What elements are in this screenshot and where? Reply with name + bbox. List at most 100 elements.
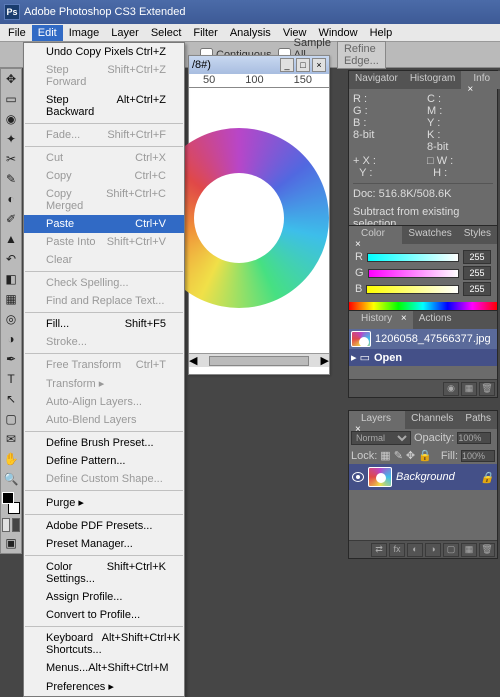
history-snapshot[interactable]: 1206058_47566377.jpg — [349, 329, 497, 349]
history-brush-tool[interactable]: ↶ — [1, 249, 21, 269]
tab-styles[interactable]: Styles — [458, 226, 497, 244]
menu-image[interactable]: Image — [63, 25, 106, 41]
menu-layer[interactable]: Layer — [105, 25, 145, 41]
r-input[interactable] — [463, 250, 491, 264]
tab-channels[interactable]: Channels — [405, 411, 459, 429]
lock-icon[interactable]: 🔒 — [418, 449, 432, 462]
trash-icon[interactable]: 🗑 — [479, 382, 495, 396]
zoom-tool[interactable]: 🔍 — [1, 469, 21, 489]
tab-paths[interactable]: Paths — [459, 411, 497, 429]
blur-tool[interactable]: ◎ — [1, 309, 21, 329]
menu-edit[interactable]: Edit — [32, 25, 63, 41]
info-panel-group[interactable]: Navigator Histogram Info × R :G :B :8-bi… — [348, 70, 498, 235]
history-state-open[interactable]: ▸ ▭ Open — [349, 349, 497, 366]
pen-tool[interactable]: ✒ — [1, 349, 21, 369]
menu-item-define-brush-preset-[interactable]: Define Brush Preset... — [24, 434, 184, 452]
group-icon[interactable]: ▢ — [443, 543, 459, 557]
menu-item-preset-manager-[interactable]: Preset Manager... — [24, 535, 184, 553]
new-snapshot-icon[interactable]: ◉ — [443, 382, 459, 396]
tab-swatches[interactable]: Swatches — [402, 226, 457, 244]
move-tool[interactable]: ✥ — [1, 69, 21, 89]
layer-background[interactable]: Background 🔒 — [349, 464, 497, 490]
color-swatches[interactable] — [1, 491, 21, 515]
layers-panel-group[interactable]: Layers × Channels Paths Normal Opacity: … — [348, 410, 498, 559]
new-doc-icon[interactable]: ▦ — [461, 382, 477, 396]
menu-item-preferences[interactable]: Preferences ▸ — [24, 677, 184, 696]
menu-file[interactable]: File — [2, 25, 32, 41]
brush-tool[interactable]: ✐ — [1, 209, 21, 229]
shape-tool[interactable]: ▢ — [1, 409, 21, 429]
screen-mode[interactable]: ▣ — [1, 533, 21, 553]
history-panel-group[interactable]: History × Actions 1206058_47566377.jpg ▸… — [348, 310, 498, 398]
canvas[interactable] — [189, 88, 329, 353]
menu-item-step-backward[interactable]: Step BackwardAlt+Ctrl+Z — [24, 91, 184, 121]
menu-item-define-pattern-[interactable]: Define Pattern... — [24, 452, 184, 470]
g-input[interactable] — [463, 266, 491, 280]
menu-help[interactable]: Help — [364, 25, 399, 41]
fill-input[interactable] — [461, 450, 495, 462]
b-slider[interactable] — [366, 285, 459, 294]
doc-min-button[interactable]: _ — [280, 58, 294, 72]
heal-tool[interactable]: ◐ — [1, 189, 21, 209]
edit-menu-dropdown[interactable]: Undo Copy PixelsCtrl+ZStep ForwardShift+… — [23, 42, 185, 697]
refine-edge-button[interactable]: Refine Edge... — [337, 41, 386, 69]
lock-position-icon[interactable]: ✎ — [394, 449, 403, 462]
menu-select[interactable]: Select — [145, 25, 188, 41]
fx-icon[interactable]: fx — [389, 543, 405, 557]
menu-item-keyboard-shortcuts-[interactable]: Keyboard Shortcuts...Alt+Shift+Ctrl+K — [24, 629, 184, 659]
scrollbar-horizontal[interactable]: ◀▶ — [189, 353, 329, 367]
color-panel-group[interactable]: Color × Swatches Styles R G B — [348, 225, 498, 317]
doc-titlebar[interactable]: /8#) _ □ × — [189, 56, 329, 74]
menu-item-undo-copy-pixels[interactable]: Undo Copy PixelsCtrl+Z — [24, 43, 184, 61]
type-tool[interactable]: T — [1, 369, 21, 389]
menu-item-convert-to-profile-[interactable]: Convert to Profile... — [24, 606, 184, 624]
doc-max-button[interactable]: □ — [296, 58, 310, 72]
menu-analysis[interactable]: Analysis — [224, 25, 277, 41]
eyedropper-tool[interactable]: ✎ — [1, 169, 21, 189]
crop-tool[interactable]: ✂ — [1, 149, 21, 169]
visibility-icon[interactable] — [352, 472, 364, 482]
toolbox[interactable]: ✥ ▭ ◉ ✦ ✂ ✎ ◐ ✐ ▲ ↶ ◧ ▦ ◎ ◑ ✒ T ↖ ▢ ✉ ✋ … — [0, 68, 22, 554]
doc-close-button[interactable]: × — [312, 58, 326, 72]
stamp-tool[interactable]: ▲ — [1, 229, 21, 249]
tab-info[interactable]: Info × — [461, 71, 500, 89]
tab-actions[interactable]: Actions — [413, 311, 458, 329]
menu-item-assign-profile-[interactable]: Assign Profile... — [24, 588, 184, 606]
menu-filter[interactable]: Filter — [187, 25, 223, 41]
menu-item-menus-[interactable]: Menus...Alt+Shift+Ctrl+M — [24, 659, 184, 677]
opacity-input[interactable] — [457, 432, 491, 444]
hand-tool[interactable]: ✋ — [1, 449, 21, 469]
document-window[interactable]: /8#) _ □ × 50100150 ◀▶ — [188, 55, 330, 375]
lock-pixels-icon[interactable]: ▦ — [380, 449, 390, 462]
path-tool[interactable]: ↖ — [1, 389, 21, 409]
g-slider[interactable] — [368, 269, 459, 278]
lock-all-icon[interactable]: ✥ — [406, 449, 415, 462]
menu-bar[interactable]: File Edit Image Layer Select Filter Anal… — [0, 24, 500, 42]
mask-icon[interactable]: ◐ — [407, 543, 423, 557]
lasso-tool[interactable]: ◉ — [1, 109, 21, 129]
b-input[interactable] — [463, 282, 491, 296]
tab-navigator[interactable]: Navigator — [349, 71, 404, 89]
quick-mask-toggle[interactable] — [1, 517, 21, 533]
new-layer-icon[interactable]: ▦ — [461, 543, 477, 557]
tab-layers[interactable]: Layers × — [349, 411, 405, 429]
link-icon[interactable]: ⇄ — [371, 543, 387, 557]
blend-mode-select[interactable]: Normal — [351, 431, 411, 445]
menu-item-paste[interactable]: PasteCtrl+V — [24, 215, 184, 233]
tab-histogram[interactable]: Histogram — [404, 71, 462, 89]
tab-history[interactable]: History × — [349, 311, 413, 329]
menu-item-adobe-pdf-presets-[interactable]: Adobe PDF Presets... — [24, 517, 184, 535]
eraser-tool[interactable]: ◧ — [1, 269, 21, 289]
wand-tool[interactable]: ✦ — [1, 129, 21, 149]
r-slider[interactable] — [367, 253, 459, 262]
marquee-tool[interactable]: ▭ — [1, 89, 21, 109]
tab-color[interactable]: Color × — [349, 226, 402, 244]
dodge-tool[interactable]: ◑ — [1, 329, 21, 349]
gradient-tool[interactable]: ▦ — [1, 289, 21, 309]
delete-icon[interactable]: 🗑 — [479, 543, 495, 557]
menu-item-purge[interactable]: Purge ▸ — [24, 493, 184, 512]
menu-item-fill-[interactable]: Fill...Shift+F5 — [24, 315, 184, 333]
menu-item-color-settings-[interactable]: Color Settings...Shift+Ctrl+K — [24, 558, 184, 588]
notes-tool[interactable]: ✉ — [1, 429, 21, 449]
adjust-icon[interactable]: ◑ — [425, 543, 441, 557]
